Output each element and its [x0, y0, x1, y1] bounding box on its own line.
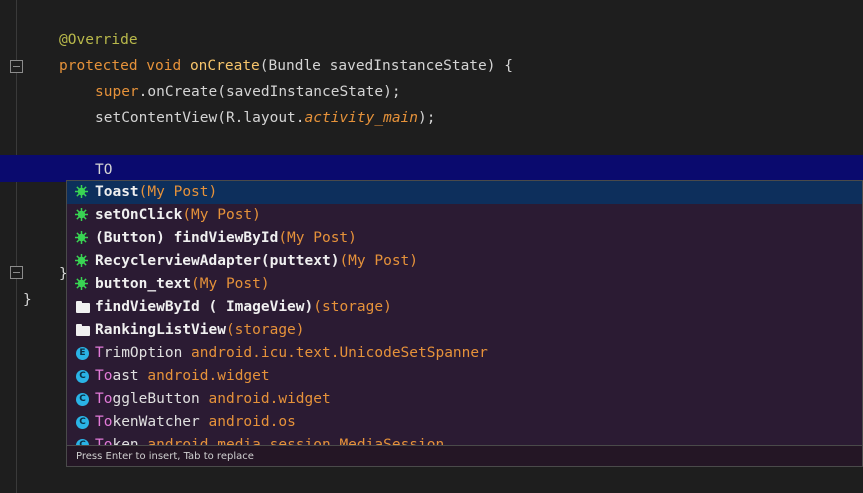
completion-source: (My Post): [182, 207, 261, 223]
completion-item[interactable]: C TokenWatcher android.os: [67, 411, 862, 434]
completion-item-text: button_text(My Post): [95, 273, 270, 296]
fold-icon[interactable]: [10, 266, 23, 279]
completion-footer: Press Enter to insert, Tab to replace: [67, 445, 862, 466]
completion-match: To: [95, 391, 113, 407]
completion-label: setOnClick: [95, 207, 183, 223]
folder-icon: [76, 301, 90, 313]
completion-match: To: [95, 437, 113, 445]
completion-label: button_text: [95, 276, 192, 292]
completion-item-text: Token android.media.session.MediaSession: [95, 434, 444, 445]
completion-item-text: TokenWatcher android.os: [95, 411, 296, 434]
class-icon: C: [76, 370, 89, 383]
completion-source: (My Post): [191, 276, 270, 292]
code-line-oncreate: protected void onCreate(Bundle savedInst…: [59, 55, 513, 77]
gutter-line: [16, 0, 17, 493]
completion-item[interactable]: E TrimOption android.icu.text.UnicodeSetS…: [67, 342, 862, 365]
completion-source: android.widget: [138, 368, 270, 384]
completion-source: android.widget: [199, 391, 331, 407]
completion-item-text: Toast(My Post): [95, 181, 217, 204]
live-template-icon: [75, 185, 88, 198]
code-line-setcontentview: setContentView(R.layout.activity_main);: [95, 107, 435, 129]
completion-item-text: (Button) findViewById(My Post): [95, 227, 357, 250]
code-text: );: [418, 110, 436, 126]
code-text: (Bundle savedInstanceState) {: [259, 58, 513, 74]
completion-item-text: RankingListView(storage): [95, 319, 305, 342]
live-template-icon: [75, 254, 88, 267]
completion-source: (My Post): [339, 253, 419, 269]
completion-source: (My Post): [278, 230, 357, 246]
completion-item[interactable]: Toast(My Post): [67, 181, 862, 204]
keyword: super: [95, 84, 139, 100]
completion-item-text: findViewById ( ImageView)(storage): [95, 296, 392, 319]
completion-item[interactable]: setOnClick(My Post): [67, 204, 862, 227]
completion-source: android.os: [199, 414, 296, 430]
completion-list[interactable]: Toast(My Post) setOnClick(My Post) (Button…: [67, 181, 862, 445]
code-line-typed[interactable]: TO: [95, 159, 112, 181]
completion-match: To: [95, 368, 113, 384]
current-line-highlight: [0, 155, 863, 182]
code-text: .onCreate(savedInstanceState);: [138, 84, 401, 100]
field-ref: activity_main: [304, 110, 419, 126]
completion-item-text: TrimOption android.icu.text.UnicodeSetSp…: [95, 342, 488, 365]
editor-gutter: [0, 0, 44, 493]
completion-label: findViewById ( ImageView): [95, 299, 314, 315]
folder-icon: [76, 324, 90, 336]
completion-label: kenWatcher: [112, 414, 200, 430]
completion-item-text: Toast android.widget: [95, 365, 270, 388]
live-template-icon: [75, 231, 88, 244]
method-name: onCreate: [189, 58, 260, 74]
completion-item[interactable]: C Token android.media.session.MediaSessio…: [67, 434, 862, 445]
completion-item[interactable]: button_text(My Post): [67, 273, 862, 296]
completion-match: T: [95, 345, 104, 361]
completion-item[interactable]: RecyclerviewAdapter(puttext)(My Post): [67, 250, 862, 273]
completion-match: To: [95, 184, 113, 200]
completion-item[interactable]: C ToggleButton android.widget: [67, 388, 862, 411]
completion-item[interactable]: (Button) findViewById(My Post): [67, 227, 862, 250]
class-icon: C: [76, 416, 89, 429]
completion-label: ggleButton: [112, 391, 200, 407]
code-line-close-class: }: [23, 292, 32, 308]
completion-item[interactable]: findViewById ( ImageView)(storage): [67, 296, 862, 319]
completion-source: android.media.session.MediaSession: [138, 437, 445, 445]
completion-item[interactable]: C Toast android.widget: [67, 365, 862, 388]
live-template-icon: [75, 277, 88, 290]
completion-popup: Toast(My Post) setOnClick(My Post) (Button…: [66, 180, 863, 467]
completion-item-text: ToggleButton android.widget: [95, 388, 331, 411]
code-text: setContentView(R.layout.: [95, 110, 305, 126]
fold-icon[interactable]: [10, 60, 23, 73]
completion-label: (Button) findViewById: [95, 230, 279, 246]
completion-label: RankingListView: [95, 322, 226, 338]
completion-label: rimOption: [103, 345, 183, 361]
completion-source: android.icu.text.UnicodeSetSpanner: [182, 345, 488, 361]
completion-source: (My Post): [138, 184, 218, 200]
completion-label: ast: [112, 184, 139, 200]
class-icon: C: [76, 393, 89, 406]
completion-label: ast: [112, 368, 139, 384]
code-line-super: super.onCreate(savedInstanceState);: [95, 81, 401, 103]
completion-label: ken: [112, 437, 139, 445]
completion-item-text: RecyclerviewAdapter(puttext)(My Post): [95, 250, 418, 273]
completion-item-text: setOnClick(My Post): [95, 204, 261, 227]
completion-source: (storage): [313, 299, 392, 315]
completion-source: (storage): [225, 322, 305, 338]
keyword: protected void: [59, 58, 190, 74]
completion-label: RecyclerviewAdapter(puttext): [95, 253, 340, 269]
completion-item[interactable]: RankingListView(storage): [67, 319, 862, 342]
enum-icon: E: [76, 347, 89, 360]
completion-match: To: [95, 414, 113, 430]
code-line-override: @Override: [59, 32, 138, 48]
live-template-icon: [75, 208, 88, 221]
